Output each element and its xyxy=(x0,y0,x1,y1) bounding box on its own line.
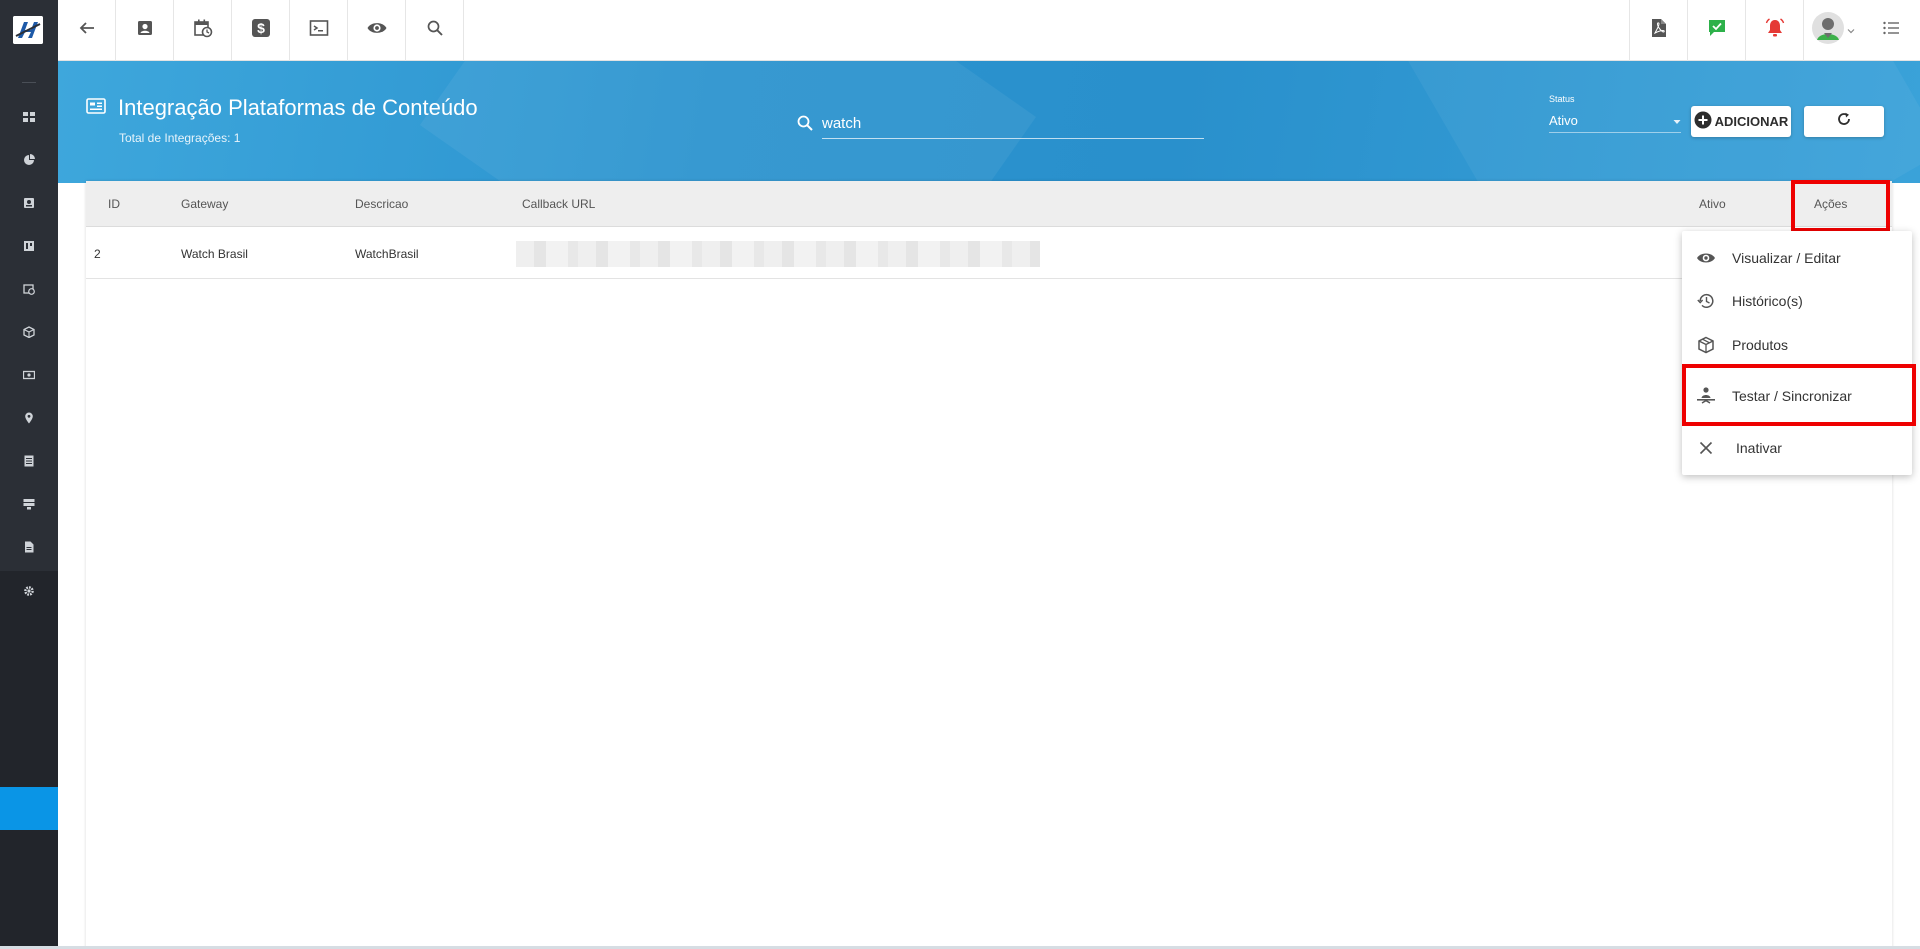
calendar-clock-icon[interactable] xyxy=(22,282,36,296)
list-menu-button[interactable] xyxy=(1861,0,1920,61)
caret-down-icon xyxy=(1673,113,1681,128)
menu-item-label: Inativar xyxy=(1736,440,1782,456)
dollar-icon: $ xyxy=(250,17,272,44)
gear-icon[interactable] xyxy=(22,584,36,598)
contact-card-icon[interactable] xyxy=(22,196,36,210)
close-icon xyxy=(1696,438,1716,458)
chevron-down-icon xyxy=(1847,22,1855,40)
menu-item-produtos[interactable]: Produtos xyxy=(1682,325,1912,365)
menu-item-visualizar-editar[interactable]: Visualizar / Editar xyxy=(1682,238,1912,278)
svg-text:$: $ xyxy=(257,20,265,36)
table-row[interactable]: 2 Watch Brasil WatchBrasil xyxy=(86,227,1892,279)
eye-icon xyxy=(1696,248,1716,268)
schedule-button[interactable] xyxy=(174,0,232,61)
sidebar-lower-area xyxy=(0,571,58,949)
menu-item-label: Visualizar / Editar xyxy=(1732,250,1841,266)
red-alarm-icon xyxy=(1764,17,1786,44)
finance-button[interactable]: $ xyxy=(232,0,290,61)
sync-highlight-box xyxy=(1682,364,1916,426)
server-icon[interactable] xyxy=(22,497,36,511)
cell-descricao: WatchBrasil xyxy=(355,247,419,261)
status-filter[interactable]: Status Ativo xyxy=(1549,94,1681,133)
menu-item-label: Histórico(s) xyxy=(1732,293,1803,309)
page-subtitle: Total de Integrações: 1 xyxy=(119,131,241,145)
sidebar-active-item[interactable] xyxy=(0,787,58,830)
page-header: Integração Plataformas de Conteúdo Total… xyxy=(58,61,1920,183)
pdf-button[interactable] xyxy=(1629,0,1687,61)
page-title: Integração Plataformas de Conteúdo xyxy=(118,95,478,120)
search-input[interactable] xyxy=(822,108,1204,139)
terminal-button[interactable] xyxy=(290,0,348,61)
view-button[interactable] xyxy=(348,0,406,61)
terminal-icon xyxy=(308,17,330,44)
document-list-icon[interactable] xyxy=(22,454,36,468)
add-button[interactable]: ADICIONAR xyxy=(1691,106,1791,137)
menu-item-historico[interactable]: Histórico(s) xyxy=(1682,281,1912,321)
green-check-chat-icon xyxy=(1706,17,1728,44)
menu-item-inativar[interactable]: Inativar xyxy=(1682,428,1912,468)
column-header-gateway[interactable]: Gateway xyxy=(181,197,228,211)
back-button[interactable] xyxy=(58,0,116,61)
alarms-button[interactable] xyxy=(1745,0,1803,61)
sidebar-divider xyxy=(22,82,36,83)
refresh-icon xyxy=(1836,111,1852,132)
file-icon[interactable] xyxy=(22,540,36,554)
user-avatar xyxy=(1811,11,1845,50)
app-logo[interactable] xyxy=(13,16,43,44)
eye-icon xyxy=(366,17,388,44)
calendar-clock-icon xyxy=(192,17,214,44)
status-select[interactable]: Ativo xyxy=(1549,109,1681,133)
acoes-highlight-box xyxy=(1791,180,1890,232)
box-icon xyxy=(1696,335,1716,355)
kanban-icon[interactable] xyxy=(22,239,36,253)
user-menu-button[interactable] xyxy=(1803,0,1861,61)
status-selected-value: Ativo xyxy=(1549,113,1578,128)
list-menu-icon xyxy=(1880,17,1902,44)
plus-circle-icon xyxy=(1694,111,1712,132)
column-header-id[interactable]: ID xyxy=(108,197,120,211)
cell-gateway: Watch Brasil xyxy=(181,247,248,261)
cell-callback-url-redacted xyxy=(516,241,1040,267)
status-label: Status xyxy=(1549,94,1575,104)
back-arrow-icon xyxy=(76,17,98,44)
column-header-callback-url[interactable]: Callback URL xyxy=(522,197,595,211)
sidebar xyxy=(0,0,58,949)
search-button[interactable] xyxy=(406,0,464,61)
column-header-descricao[interactable]: Descricao xyxy=(355,197,408,211)
contact-card-icon xyxy=(134,17,156,44)
pie-chart-icon[interactable] xyxy=(22,153,36,167)
refresh-button[interactable] xyxy=(1804,106,1884,137)
column-header-ativo[interactable]: Ativo xyxy=(1699,197,1726,211)
menu-item-label: Produtos xyxy=(1732,337,1789,353)
cell-id: 2 xyxy=(94,247,101,261)
top-toolbar: $ xyxy=(58,0,1920,61)
search-icon xyxy=(424,17,446,44)
history-icon xyxy=(1696,291,1716,311)
tasks-button[interactable] xyxy=(1687,0,1745,61)
search-box xyxy=(796,108,1206,140)
money-icon[interactable] xyxy=(22,368,36,382)
search-icon xyxy=(796,114,814,137)
dashboard-icon[interactable] xyxy=(22,110,36,124)
box-icon[interactable] xyxy=(22,325,36,339)
pdf-icon xyxy=(1648,17,1670,44)
integrations-table: ID Gateway Descricao Callback URL Ativo … xyxy=(86,181,1892,949)
page-title-group: Integração Plataformas de Conteúdo xyxy=(86,95,478,121)
location-icon[interactable] xyxy=(22,411,36,425)
integration-icon xyxy=(86,97,106,119)
add-button-label: ADICIONAR xyxy=(1714,114,1789,129)
actions-menu: Visualizar / Editar Histórico(s) Produto… xyxy=(1682,231,1912,475)
contacts-button[interactable] xyxy=(116,0,174,61)
table-header: ID Gateway Descricao Callback URL Ativo … xyxy=(86,181,1892,227)
